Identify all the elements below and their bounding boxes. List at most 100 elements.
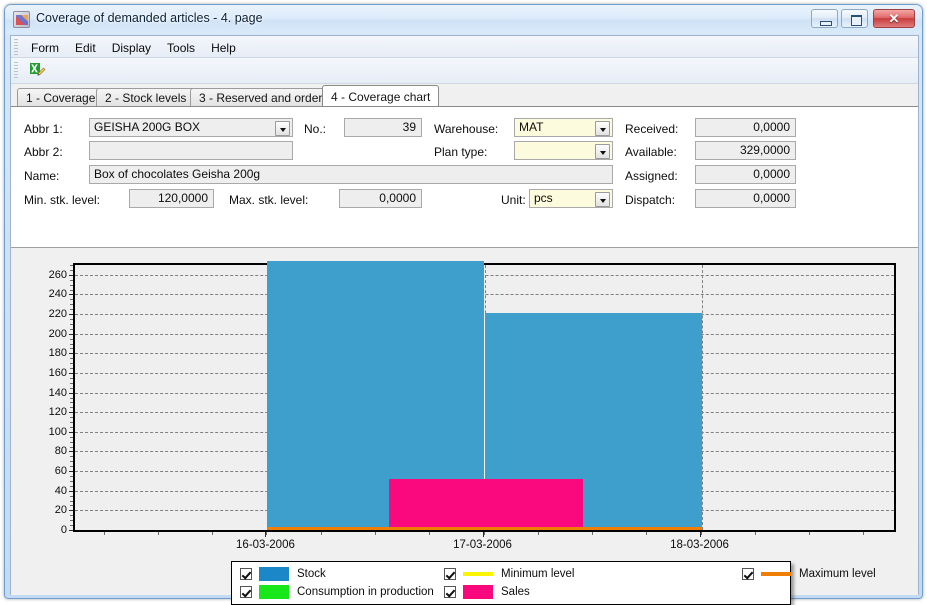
x-axis-minor-tick: [809, 532, 811, 535]
legend-swatch-minimum-level: [463, 572, 493, 576]
x-axis-minor-tick: [592, 532, 594, 535]
x-axis-minor-tick: [483, 532, 485, 535]
x-axis-minor-tick: [103, 532, 105, 535]
legend-checkbox-maximum-level[interactable]: [742, 568, 754, 580]
chevron-down-icon[interactable]: [595, 121, 610, 136]
chevron-down-icon[interactable]: [595, 192, 610, 207]
y-axis-tick-label: 40: [54, 484, 67, 497]
y-axis-tick-label: 240: [48, 288, 67, 301]
tool-bar-grip[interactable]: [14, 62, 18, 80]
abbr1-value: GEISHA 200G BOX: [94, 120, 201, 134]
title-bar[interactable]: Coverage of demanded articles - 4. page …: [5, 5, 922, 34]
x-axis-minor-tick: [212, 532, 214, 535]
close-button[interactable]: ✕: [873, 9, 915, 28]
window-title: Coverage of demanded articles - 4. page: [36, 11, 263, 25]
y-axis-tick-label: 180: [48, 347, 67, 360]
application-window: Coverage of demanded articles - 4. page …: [4, 4, 923, 605]
y-axis-tick-label: 120: [48, 406, 67, 419]
abbr2-field[interactable]: [89, 141, 293, 160]
abbr2-label: Abbr 2:: [24, 145, 63, 159]
x-axis-minor-tick: [700, 532, 702, 535]
menu-item-help[interactable]: Help: [203, 39, 244, 57]
x-axis-minor-tick: [646, 532, 648, 535]
unit-combo[interactable]: pcs: [529, 189, 613, 208]
y-axis-tick-label: 200: [48, 327, 67, 340]
menu-item-form[interactable]: Form: [23, 39, 67, 57]
legend-swatch-sales: [463, 585, 493, 599]
menu-bar-grip[interactable]: [14, 39, 18, 55]
legend-label-consumption-in-production: Consumption in production: [297, 586, 434, 598]
x-axis-minor-tick: [863, 532, 865, 535]
legend-checkbox-sales[interactable]: [444, 586, 456, 598]
no-field[interactable]: 39: [344, 118, 422, 137]
name-field[interactable]: Box of chocolates Geisha 200g: [89, 165, 613, 184]
y-axis-tick-label: 260: [48, 268, 67, 281]
y-axis-labels: 0 20 40 60 80 100 120 140 160 180 200 220 240 260: [11, 263, 67, 536]
chevron-down-icon[interactable]: [595, 144, 610, 159]
minimize-button[interactable]: [811, 9, 838, 28]
article-header-form: Abbr 1: GEISHA 200G BOX No.: 39 Warehous…: [11, 106, 918, 247]
legend-label-maximum-level: Maximum level: [799, 568, 876, 580]
y-axis-tick-label: 80: [54, 445, 67, 458]
abbr1-label: Abbr 1:: [24, 122, 63, 136]
tab-coverage-chart[interactable]: 4 - Coverage chart: [322, 85, 440, 106]
maximize-button[interactable]: [841, 9, 868, 28]
series-bar-sales: [388, 478, 583, 530]
legend-label-sales: Sales: [501, 586, 530, 598]
legend-label-stock: Stock: [297, 568, 326, 580]
plot-area: [73, 261, 896, 532]
grid-line-vertical: [701, 265, 703, 530]
abbr1-combo[interactable]: GEISHA 200G BOX: [89, 118, 293, 137]
tab-stock-levels[interactable]: 2 - Stock levels: [96, 88, 196, 106]
x-axis-minor-tick: [429, 532, 431, 535]
dispatch-label: Dispatch:: [625, 193, 676, 207]
received-label: Received:: [625, 122, 679, 136]
available-field: 329,0000: [695, 141, 796, 160]
x-axis-tick-label: 17-03-2006: [453, 539, 512, 551]
series-line-maximum-level: [267, 527, 702, 530]
legend-checkbox-stock[interactable]: [240, 568, 252, 580]
tab-strip: 1 - Coverage 2 - Stock levels 3 - Reserv…: [11, 85, 918, 106]
tab-coverage[interactable]: 1 - Coverage: [17, 88, 105, 106]
legend-swatch-consumption-in-production: [259, 585, 289, 599]
coverage-chart: 0 20 40 60 80 100 120 140 160 180 200 220 240 260 16-…: [11, 247, 918, 605]
y-axis-tick-label: 220: [48, 308, 67, 321]
max-stk-level-label: Max. stk. level:: [229, 193, 309, 207]
min-stk-level-field[interactable]: 120,0000: [129, 189, 214, 208]
legend-label-minimum-level: Minimum level: [501, 568, 575, 580]
menu-item-edit[interactable]: Edit: [67, 39, 104, 57]
x-axis-minor-tick: [266, 532, 268, 535]
x-axis-minor-tick: [754, 532, 756, 535]
x-axis-tick-label: 18-03-2006: [670, 539, 729, 551]
legend-swatch-stock: [259, 567, 289, 581]
chevron-down-icon[interactable]: [275, 121, 290, 136]
min-stk-level-label: Min. stk. level:: [24, 193, 101, 207]
plan-type-combo[interactable]: [514, 141, 613, 160]
warehouse-label: Warehouse:: [434, 122, 499, 136]
x-axis-minor-tick: [375, 532, 376, 535]
menu-bar: Form Edit Display Tools Help: [11, 36, 918, 58]
chart-legend: Stock Consumption in production Minimum le…: [231, 561, 876, 605]
y-axis-tick-label: 60: [54, 465, 67, 478]
plan-type-label: Plan type:: [434, 145, 488, 159]
received-field: 0,0000: [695, 118, 796, 137]
legend-checkbox-minimum-level[interactable]: [444, 568, 456, 580]
y-axis-tick-label: 0: [60, 524, 67, 536]
menu-item-tools[interactable]: Tools: [159, 39, 203, 57]
warehouse-combo[interactable]: MAT: [514, 118, 613, 137]
y-axis-tick-label: 140: [48, 386, 67, 399]
menu-item-display[interactable]: Display: [104, 39, 159, 57]
tool-bar: [11, 58, 918, 84]
legend-checkbox-consumption-in-production[interactable]: [240, 586, 252, 598]
unit-value: pcs: [534, 191, 553, 205]
x-axis-minor-tick: [157, 532, 159, 535]
unit-label: Unit:: [501, 193, 526, 207]
name-label: Name:: [24, 169, 60, 183]
export-to-excel-button[interactable]: [24, 60, 58, 82]
dispatch-field: 0,0000: [695, 189, 796, 208]
max-stk-level-field[interactable]: 0,0000: [339, 189, 422, 208]
client-area: Form Edit Display Tools Help 1 - Coverag…: [10, 35, 919, 605]
assigned-field: 0,0000: [695, 165, 796, 184]
y-axis-tick-label: 160: [48, 366, 67, 379]
x-axis-minor-tick: [537, 532, 539, 535]
